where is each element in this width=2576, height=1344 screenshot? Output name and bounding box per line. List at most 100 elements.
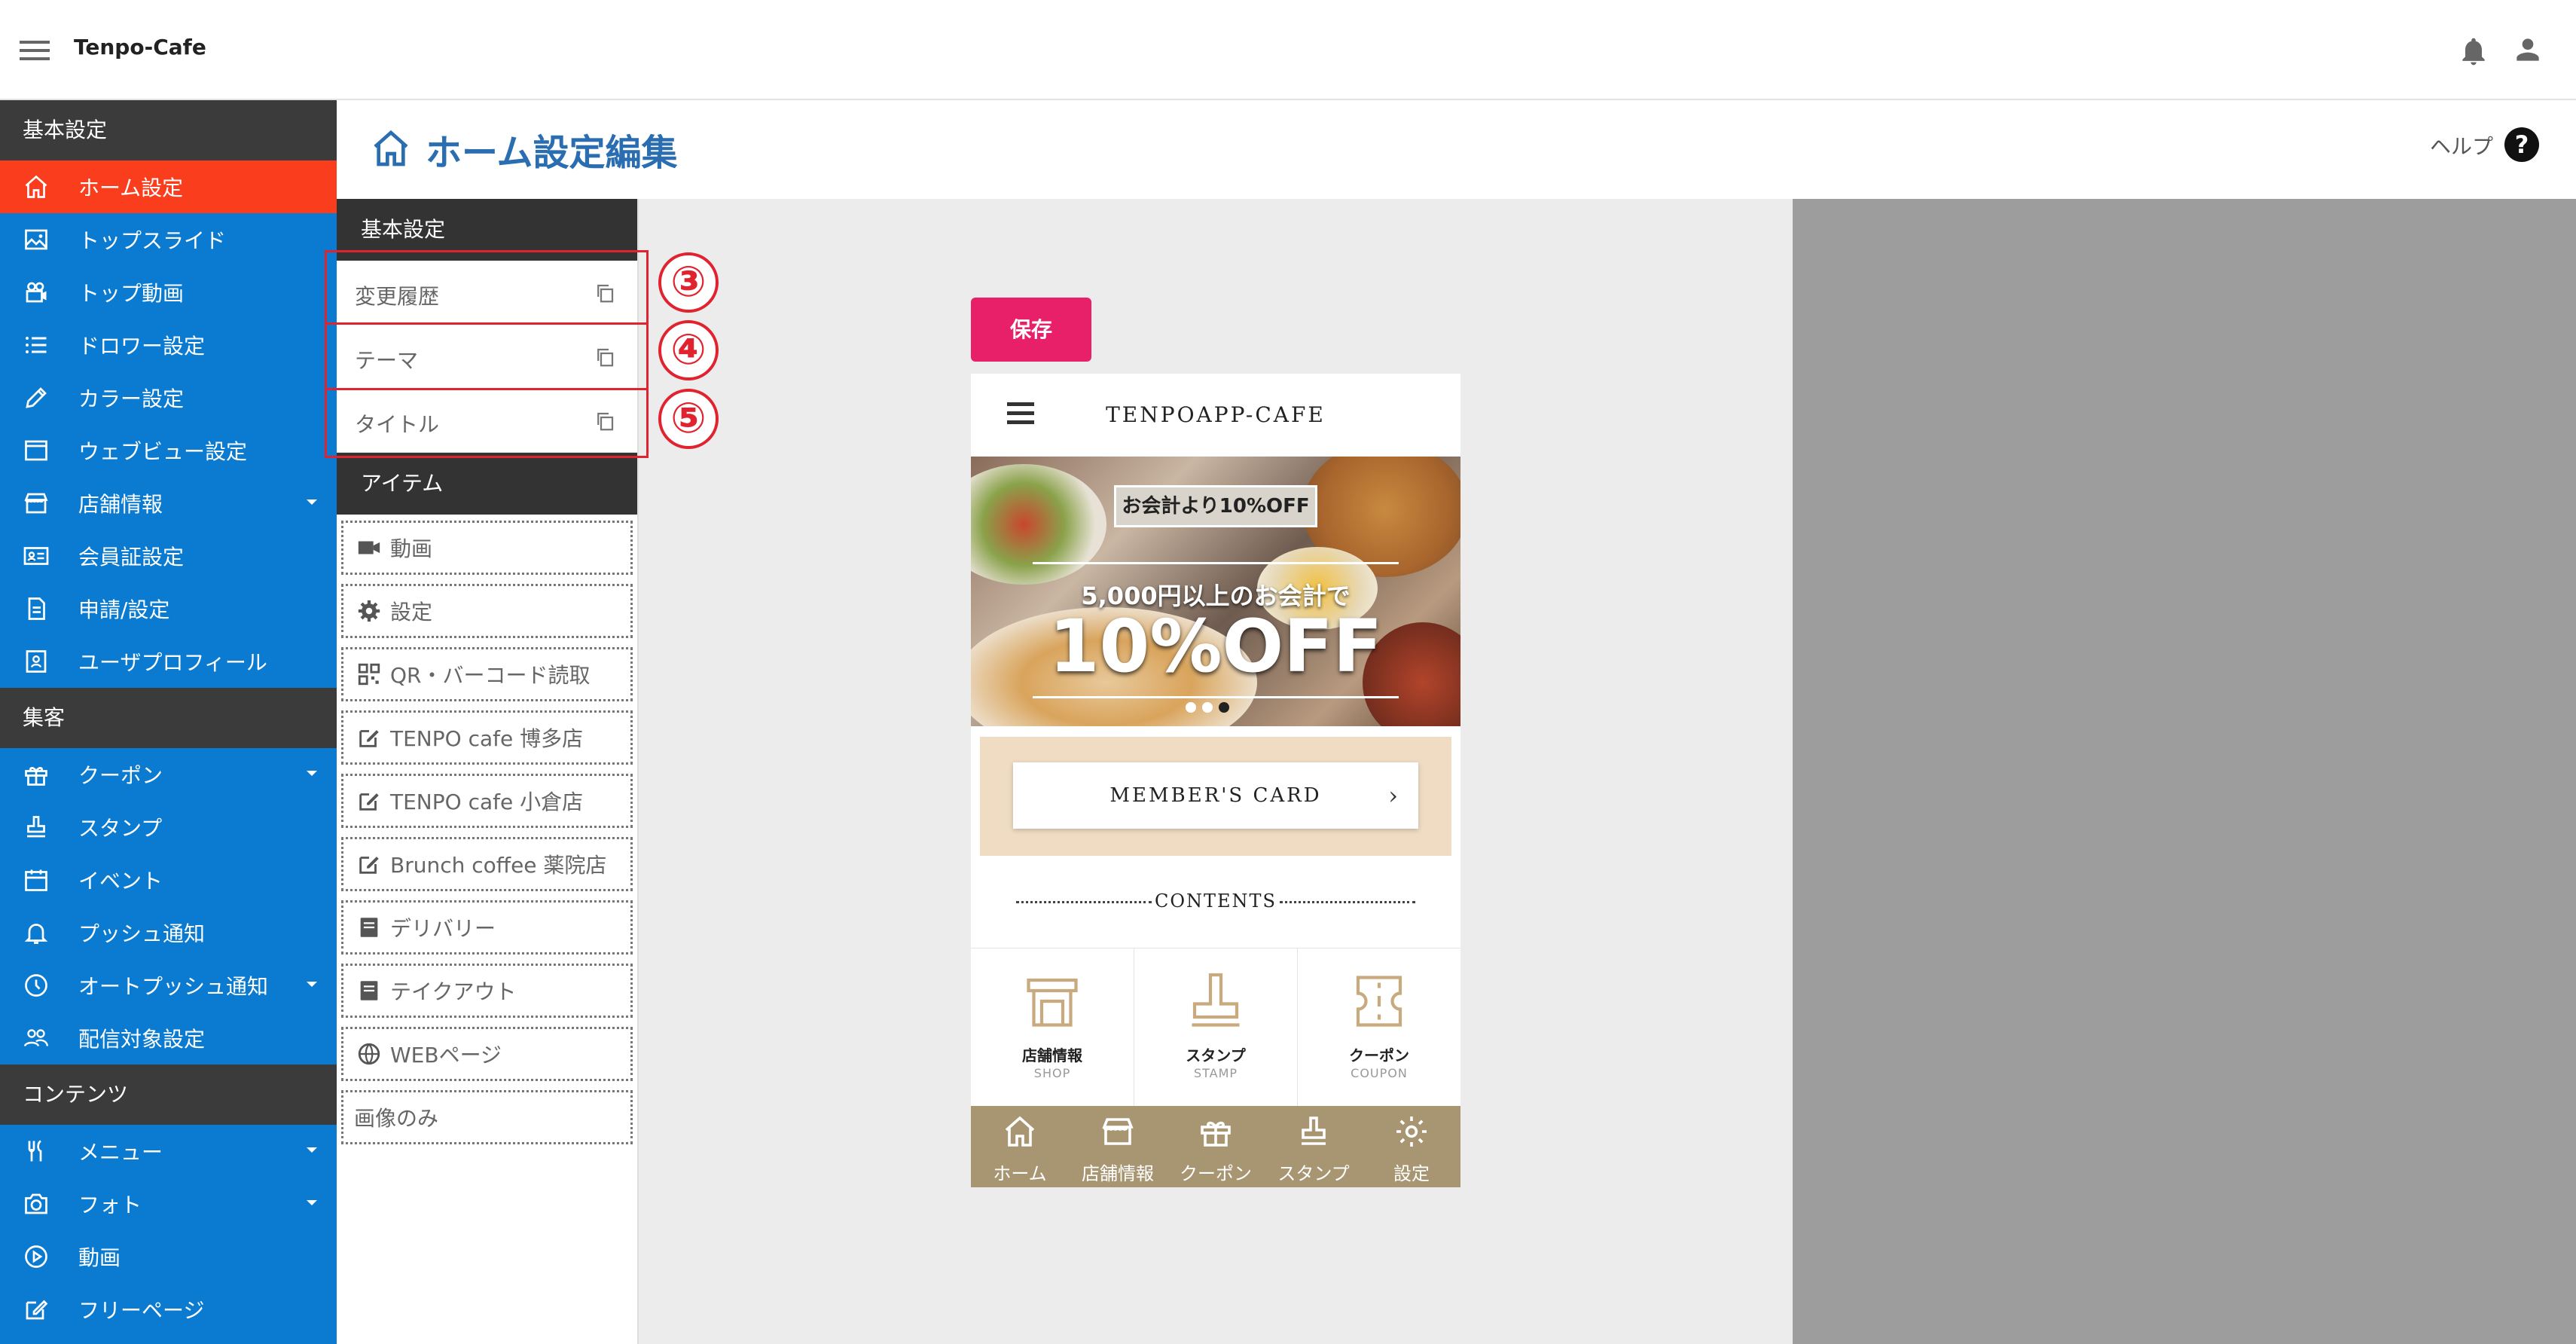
- banner-headline: 10%OFF: [1048, 604, 1383, 689]
- edit-icon: [21, 1294, 51, 1324]
- tile-label: スタンプ: [1186, 1046, 1246, 1065]
- member-card-label: MEMBER'S CARD: [1109, 784, 1322, 807]
- sidebar-item[interactable]: ユーザプロフィール: [0, 635, 337, 688]
- sidebar-item-label: トップ動画: [78, 281, 185, 306]
- sidebar-item-label: イベント: [78, 869, 163, 893]
- sidebar-item[interactable]: メニュー: [0, 1125, 337, 1178]
- item-label: TENPO cafe 小倉店: [390, 790, 584, 814]
- sidebar-item[interactable]: ウェブビュー設定: [0, 424, 337, 477]
- item-block[interactable]: TENPO cafe 小倉店: [341, 774, 633, 828]
- sidebar-item[interactable]: 動画: [0, 1230, 337, 1283]
- sidebar-item-label: ドロワー設定: [78, 334, 206, 359]
- gear-icon: [1396, 1116, 1427, 1147]
- item-block[interactable]: WEBページ: [341, 1027, 633, 1081]
- member-card-button[interactable]: MEMBER'S CARD ›: [1013, 762, 1418, 829]
- item-block[interactable]: Brunch coffee 薬院店: [341, 837, 633, 891]
- tab-label: 店舗情報: [1082, 1163, 1154, 1184]
- item-block[interactable]: テイクアウト: [341, 964, 633, 1018]
- home-icon: [21, 172, 51, 202]
- item-block[interactable]: TENPO cafe 博多店: [341, 710, 633, 765]
- sidebar-item-label: 店舗情報: [78, 492, 163, 517]
- sidebar-item[interactable]: ホーム設定: [0, 160, 337, 213]
- sidebar-item[interactable]: オートプッシュ通知: [0, 959, 337, 1012]
- slide-dot-active[interactable]: [1219, 702, 1229, 713]
- tab-label: クーポン: [1180, 1163, 1252, 1184]
- app-preview: TENPOAPP-CAFE お会計より10%OFF 5,000円以上のお会計で …: [971, 374, 1460, 1187]
- sidebar-section: 集客: [0, 688, 337, 748]
- sidebar-item[interactable]: プッシュ通知: [0, 906, 337, 959]
- item-block[interactable]: 画像のみ: [341, 1090, 633, 1144]
- ticket-icon: [1356, 976, 1402, 1027]
- item-label: テイクアウト: [390, 979, 517, 1004]
- sidebar-item[interactable]: イベント: [0, 854, 337, 906]
- item-block[interactable]: 動画: [341, 521, 633, 575]
- preview-tab[interactable]: クーポン: [1167, 1106, 1265, 1187]
- sidebar-item[interactable]: 申請/設定: [0, 582, 337, 635]
- tab-label: 設定: [1393, 1163, 1430, 1184]
- content-tile[interactable]: スタンプ STAMP: [1134, 948, 1298, 1106]
- browser-icon: [21, 435, 51, 466]
- edit-icon: [354, 851, 384, 878]
- tab-label: ホーム: [993, 1163, 1047, 1184]
- edit-icon: [354, 787, 384, 814]
- content-tile[interactable]: クーポン COUPON: [1298, 948, 1460, 1106]
- caret-down-icon: [307, 499, 317, 505]
- content-tile[interactable]: 店舗情報 SHOP: [971, 948, 1134, 1106]
- camera-icon: [21, 1189, 51, 1219]
- gift-icon: [21, 759, 51, 790]
- top-slide-banner[interactable]: お会計より10%OFF 5,000円以上のお会計で 10%OFF: [971, 457, 1460, 726]
- sidebar-item[interactable]: フリーページ: [0, 1283, 337, 1336]
- item-label: TENPO cafe 博多店: [390, 726, 584, 751]
- slide-dot[interactable]: [1186, 702, 1196, 713]
- banner-line: [1033, 562, 1399, 564]
- salad-plate-image: [971, 464, 1106, 585]
- item-label: 画像のみ: [354, 1106, 439, 1131]
- home-icon: [1005, 1116, 1035, 1147]
- sidebar-item[interactable]: スタンプ: [0, 801, 337, 854]
- dotted-rule: [1280, 901, 1415, 903]
- page-header: ホーム設定編集 ヘルプ ?: [337, 100, 2576, 199]
- profile-icon: [21, 646, 51, 677]
- item-label: 動画: [390, 536, 433, 561]
- user-icon[interactable]: [2511, 33, 2544, 66]
- sidebar-item[interactable]: トップ動画: [0, 266, 337, 319]
- slide-indicator[interactable]: [1186, 702, 1229, 713]
- item-block[interactable]: デリバリー: [341, 900, 633, 955]
- shop-icon: [1027, 978, 1078, 1027]
- save-button[interactable]: 保存: [971, 298, 1091, 362]
- sidebar-item[interactable]: 会員証設定: [0, 530, 337, 582]
- callout-box: [325, 250, 649, 458]
- sidebar-item-label: カラー設定: [78, 386, 185, 411]
- sidebar-item-label: ウェブビュー設定: [78, 439, 248, 464]
- panel-section-items: アイテム: [337, 453, 637, 515]
- sidebar-item[interactable]: ドロワー設定: [0, 319, 337, 371]
- menu-icon[interactable]: [20, 41, 50, 60]
- preview-tab[interactable]: 設定: [1363, 1106, 1460, 1187]
- preview-brand: TENPOAPP-CAFE: [1106, 402, 1326, 427]
- preview-tab[interactable]: スタンプ: [1265, 1106, 1363, 1187]
- tile-sublabel: SHOP: [1033, 1066, 1071, 1080]
- sidebar-item[interactable]: トップスライド: [0, 213, 337, 266]
- sidebar-item-label: オートプッシュ通知: [78, 974, 269, 999]
- sidebar-item[interactable]: フォト: [0, 1178, 337, 1230]
- item-block[interactable]: 設定: [341, 584, 633, 638]
- bell-icon[interactable]: [2457, 33, 2490, 69]
- help-icon[interactable]: ?: [2504, 127, 2539, 162]
- contents-heading: CONTENTS: [971, 871, 1460, 931]
- preview-tab[interactable]: ホーム: [971, 1106, 1069, 1187]
- sidebar-item[interactable]: 店舗情報: [0, 477, 337, 530]
- group-icon: [21, 1023, 51, 1053]
- preview-header: TENPOAPP-CAFE: [971, 374, 1460, 457]
- callout-3: ③: [658, 252, 719, 313]
- banner-line: [1033, 696, 1399, 698]
- sidebar-item[interactable]: カラー設定: [0, 371, 337, 424]
- preview-tab[interactable]: 店舗情報: [1069, 1106, 1167, 1187]
- qr-icon: [354, 661, 384, 688]
- sidebar-item[interactable]: クーポン: [0, 748, 337, 801]
- slide-dot[interactable]: [1202, 702, 1213, 713]
- sidebar-item-label: ユーザプロフィール: [78, 650, 267, 675]
- gear-icon: [354, 597, 384, 625]
- help-link[interactable]: ヘルプ: [2430, 130, 2493, 160]
- sidebar-item[interactable]: 配信対象設定: [0, 1012, 337, 1065]
- item-block[interactable]: QR・バーコード読取: [341, 647, 633, 701]
